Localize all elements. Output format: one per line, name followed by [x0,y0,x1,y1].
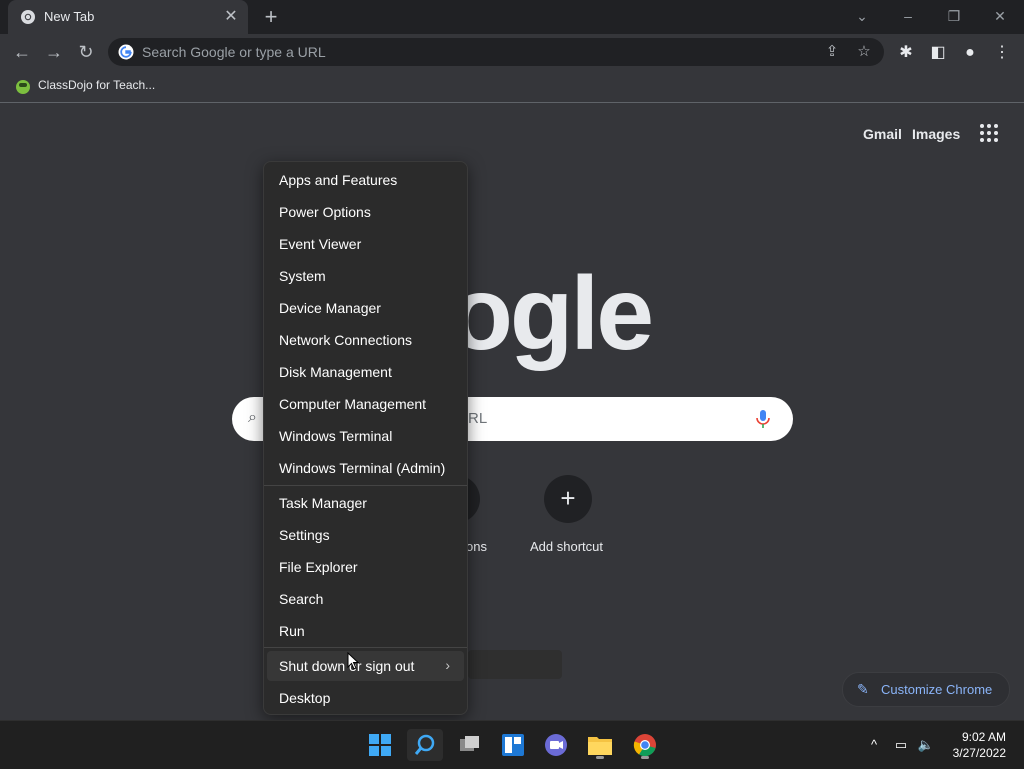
task-view-button[interactable] [451,729,487,761]
close-window-icon[interactable]: ✕ [986,4,1014,28]
teams-chat-button[interactable] [538,729,574,761]
windows-logo-icon [369,734,391,756]
running-indicator [596,756,604,759]
volume-icon[interactable]: 🔈 [916,735,936,755]
taskbar: ^ ▭ 🔈 9:02 AM 3/27/2022 [0,720,1024,769]
new-tab-button[interactable]: + [260,6,282,28]
menu-item-power-options[interactable]: Power Options [267,197,464,227]
mouse-cursor-icon [347,652,359,670]
menu-item-shutdown[interactable]: Shut down or sign out › [267,651,464,681]
share-icon[interactable]: ⇪ [822,42,842,62]
menu-item-network-connections[interactable]: Network Connections [267,325,464,355]
customize-chrome-button[interactable]: ✎ Customize Chrome [842,672,1010,707]
extensions-icon[interactable]: ✱ [895,42,917,64]
clock-date: 3/27/2022 [952,746,1006,760]
task-view-icon [460,736,479,751]
menu-item-system[interactable]: System [267,261,464,291]
omnibox-placeholder: Search Google or type a URL [142,44,326,60]
menu-item-desktop[interactable]: Desktop [267,683,464,713]
tab-strip: New Tab ✕ + ⌄ – ❐ ✕ [0,0,1024,34]
menu-kebab-icon[interactable]: ⋮ [991,42,1013,64]
widgets-button[interactable] [495,729,531,761]
menu-item-settings[interactable]: Settings [267,520,464,550]
add-shortcut-button[interactable]: + [544,475,592,523]
chevron-right-icon: › [445,657,450,673]
system-clock[interactable]: 9:02 AM 3/27/2022 [953,729,1006,761]
submenu-flyout [468,650,562,679]
chevron-up-icon[interactable]: ^ [864,735,884,755]
plus-icon: + [560,483,576,513]
profile-icon[interactable]: ● [959,42,981,64]
chrome-taskbar-button[interactable] [627,729,663,761]
menu-item-disk-management[interactable]: Disk Management [267,357,464,387]
menu-item-computer-management[interactable]: Computer Management [267,389,464,419]
menu-item-windows-terminal-admin[interactable]: Windows Terminal (Admin) [267,453,464,483]
images-link[interactable]: Images [912,126,960,142]
search-placeholder: RL [468,410,488,427]
gmail-link[interactable]: Gmail [863,126,902,142]
winx-context-menu: Apps and Features Power Options Event Vi… [263,161,468,715]
running-indicator [641,756,649,759]
bookmarks-bar: ClassDojo for Teach... [0,70,1024,103]
minimize-icon[interactable]: – [894,4,922,28]
pencil-icon: ✎ [857,681,869,697]
microphone-icon[interactable] [753,408,773,430]
tab-title: New Tab [44,9,95,24]
menu-separator [264,485,467,486]
apps-grid-icon[interactable] [980,124,1000,144]
omnibox[interactable]: Search Google or type a URL ⇪ ☆ [108,38,884,66]
shortcut-label: ons [466,539,487,554]
toolbar: ← → ↻ Search Google or type a URL ⇪ ☆ ✱ … [0,34,1024,70]
search-icon [414,734,435,755]
menu-item-search[interactable]: Search [267,584,464,614]
forward-icon[interactable]: → [42,40,66,64]
tab-new-tab[interactable]: New Tab ✕ [8,0,248,34]
clock-time: 9:02 AM [961,730,1006,744]
chrome-icon [21,10,35,24]
restore-icon[interactable]: ❐ [940,4,968,28]
bookmark-label: ClassDojo for Teach... [38,78,156,92]
file-explorer-button[interactable] [582,729,618,761]
widgets-icon [502,734,524,756]
add-shortcut-label: Add shortcut [530,539,603,554]
reload-icon[interactable]: ↻ [74,40,98,64]
close-tab-icon[interactable]: ✕ [222,8,240,26]
menu-item-device-manager[interactable]: Device Manager [267,293,464,323]
menu-item-task-manager[interactable]: Task Manager [267,488,464,518]
menu-item-event-viewer[interactable]: Event Viewer [267,229,464,259]
taskbar-search-button[interactable] [407,729,443,761]
network-icon[interactable]: ▭ [891,735,911,755]
menu-item-run[interactable]: Run [267,616,464,646]
menu-item-file-explorer[interactable]: File Explorer [267,552,464,582]
back-icon[interactable]: ← [10,40,34,64]
start-button[interactable] [362,729,398,761]
bookmark-star-icon[interactable]: ☆ [854,42,874,62]
menu-separator [264,647,467,648]
chat-icon [545,734,567,756]
menu-item-windows-terminal[interactable]: Windows Terminal [267,421,464,451]
side-panel-icon[interactable]: ◧ [927,42,949,64]
classdojo-icon [16,80,30,94]
tab-search-icon[interactable]: ⌄ [848,4,876,28]
customize-label: Customize Chrome [881,682,993,697]
menu-item-apps-features[interactable]: Apps and Features [267,165,464,195]
google-g-icon [118,44,134,60]
